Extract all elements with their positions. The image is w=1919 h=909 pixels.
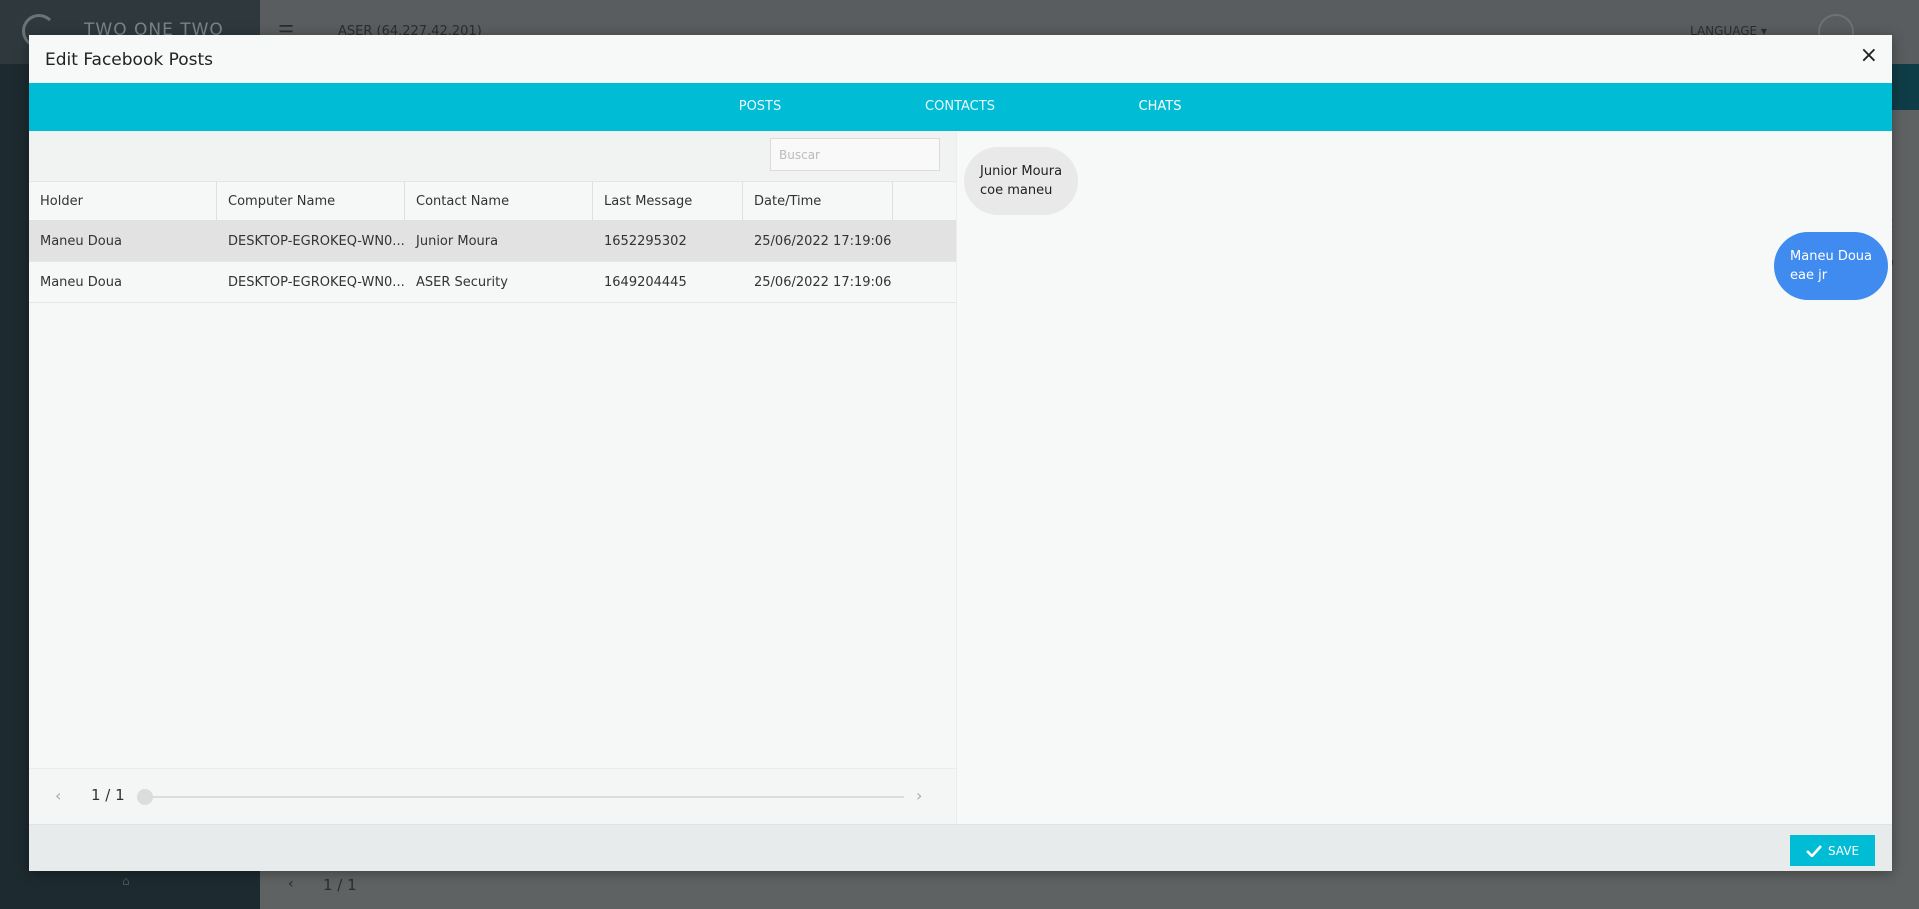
pager-label: 1 / 1 bbox=[91, 786, 125, 804]
table-row[interactable]: Maneu Doua DESKTOP-EGROKEQ-WN0... ASER S… bbox=[29, 262, 956, 303]
pager-slider-thumb[interactable] bbox=[137, 789, 153, 805]
modal-header: Edit Facebook Posts × bbox=[29, 35, 1892, 83]
cell-last-message: 1649204445 bbox=[604, 275, 687, 290]
pagination: ‹ 1 / 1 › bbox=[29, 768, 956, 824]
check-icon bbox=[1806, 844, 1822, 857]
chats-table: Holder Computer Name Contact Name Last M… bbox=[29, 181, 956, 303]
message-text: eae jr bbox=[1790, 268, 1828, 283]
tab-contacts[interactable]: CONTACTS bbox=[860, 83, 1060, 131]
cell-computer-name: DESKTOP-EGROKEQ-WN0... bbox=[228, 234, 405, 249]
table-header: Holder Computer Name Contact Name Last M… bbox=[29, 181, 956, 222]
background-pager-prev-icon[interactable]: ‹ bbox=[288, 876, 294, 892]
search-input[interactable] bbox=[770, 138, 940, 171]
cell-last-message: 1652295302 bbox=[604, 234, 687, 249]
incoming-message-bubble: Junior Moura coe maneu bbox=[964, 147, 1079, 215]
tab-bar: POSTS CONTACTS CHATS bbox=[29, 83, 1892, 179]
column-header-holder[interactable]: Holder bbox=[29, 182, 217, 222]
background-footer-icon: ⌂ bbox=[122, 874, 130, 888]
edit-facebook-posts-modal: Edit Facebook Posts × POSTS CONTACTS CHA… bbox=[29, 35, 1892, 871]
table-toolbar bbox=[29, 131, 956, 181]
message-text: coe maneu bbox=[980, 183, 1053, 198]
chat-conversation-pane: Junior Moura coe maneu Maneu Doua eae jr bbox=[956, 131, 1892, 824]
cell-contact-name: ASER Security bbox=[416, 275, 508, 290]
pager-prev-icon[interactable]: ‹ bbox=[55, 786, 61, 805]
save-button-label: SAVE bbox=[1827, 843, 1860, 858]
cell-date-time: 25/06/2022 17:19:06 bbox=[754, 234, 892, 249]
table-row[interactable]: Maneu Doua DESKTOP-EGROKEQ-WN0... Junior… bbox=[29, 221, 956, 262]
column-header-computer-name[interactable]: Computer Name bbox=[217, 182, 405, 222]
cell-computer-name: DESKTOP-EGROKEQ-WN0... bbox=[228, 275, 405, 290]
modal-title: Edit Facebook Posts bbox=[45, 50, 214, 70]
pager-slider-track[interactable] bbox=[144, 796, 904, 798]
close-icon[interactable]: × bbox=[1860, 45, 1878, 67]
modal-footer: SAVE bbox=[29, 824, 1892, 871]
tab-posts[interactable]: POSTS bbox=[660, 83, 860, 131]
message-sender: Maneu Doua bbox=[1790, 249, 1872, 264]
column-header-last-message[interactable]: Last Message bbox=[593, 182, 743, 222]
cell-holder: Maneu Doua bbox=[40, 275, 122, 290]
outgoing-message-bubble: Maneu Doua eae jr bbox=[1774, 232, 1888, 300]
message-sender: Junior Moura bbox=[980, 164, 1063, 179]
save-button[interactable]: SAVE bbox=[1790, 835, 1875, 866]
tab-chats[interactable]: CHATS bbox=[1060, 83, 1260, 131]
pager-next-icon[interactable]: › bbox=[916, 786, 922, 805]
cell-date-time: 25/06/2022 17:19:06 bbox=[754, 275, 892, 290]
column-header-contact-name[interactable]: Contact Name bbox=[405, 182, 593, 222]
cell-holder: Maneu Doua bbox=[40, 234, 122, 249]
cell-contact-name: Junior Moura bbox=[416, 234, 499, 249]
chats-list-pane: Holder Computer Name Contact Name Last M… bbox=[29, 131, 956, 824]
background-pager-label: 1 / 1 bbox=[323, 876, 357, 894]
column-header-date-time[interactable]: Date/Time bbox=[743, 182, 893, 222]
